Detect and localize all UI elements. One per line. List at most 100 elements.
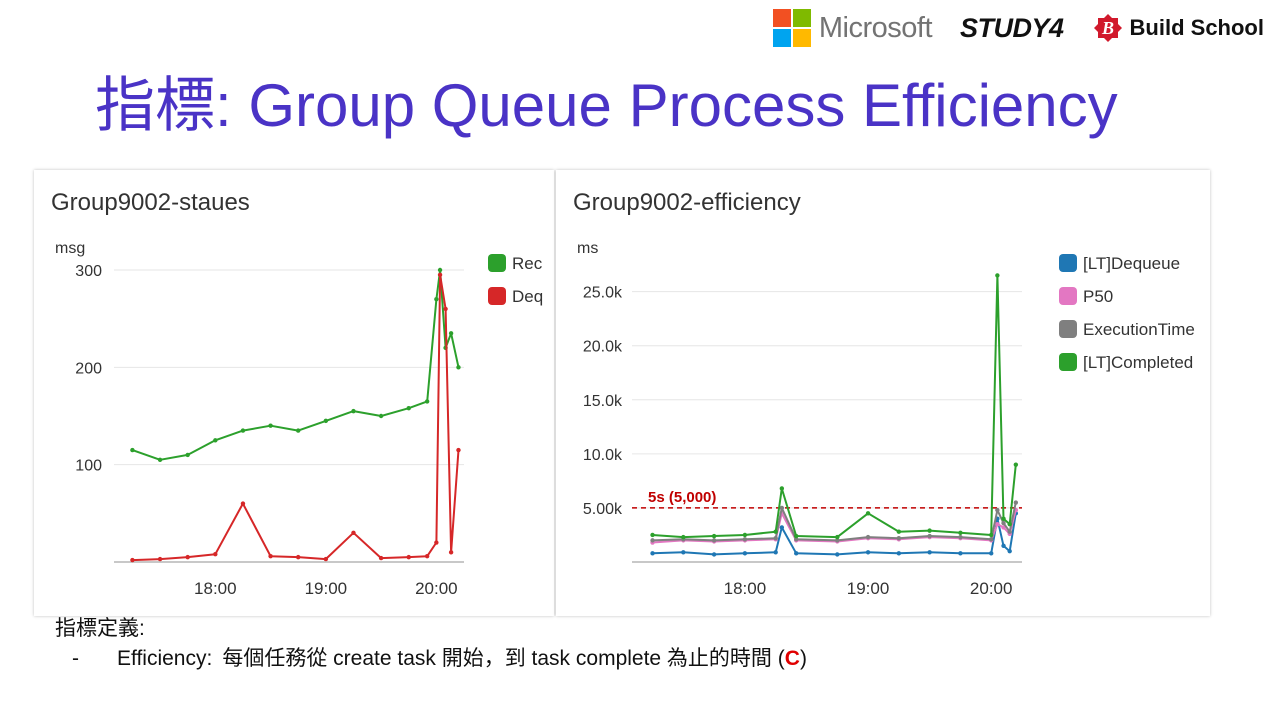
y-tick-label: 200 [75, 360, 102, 377]
efficiency-term: Efficiency: [117, 647, 213, 670]
y-tick-label: 25.0k [583, 285, 623, 302]
x-tick-label: 20:00 [415, 579, 458, 598]
data-point [681, 534, 686, 540]
data-point [989, 537, 994, 542]
legend-label: P50 [1083, 287, 1113, 306]
chart-title: Group9002-efficiency [573, 189, 801, 216]
data-point [650, 532, 655, 538]
legend-label: Deq [512, 287, 543, 306]
y-tick-label: 10.0k [583, 447, 623, 464]
data-point [443, 306, 448, 312]
data-point [406, 554, 411, 560]
data-point [185, 554, 190, 560]
data-point [896, 536, 902, 541]
data-point [773, 536, 778, 541]
svg-text:B: B [1101, 18, 1114, 38]
data-point [711, 538, 717, 543]
data-point [437, 267, 443, 273]
data-point [927, 528, 932, 533]
data-point [958, 551, 963, 556]
data-point [865, 550, 871, 555]
legend-label: [LT]Completed [1083, 353, 1193, 372]
build-school-logo: B Build School [1092, 12, 1264, 44]
data-point [378, 555, 384, 561]
data-point [958, 534, 963, 540]
data-point [1007, 548, 1012, 554]
y-tick-label: 100 [75, 458, 102, 475]
data-point [323, 418, 329, 424]
microsoft-grid-icon [772, 9, 811, 47]
data-point [927, 533, 932, 539]
legend-swatch [1059, 353, 1077, 371]
data-point [448, 331, 454, 336]
legend-swatch [488, 254, 506, 272]
legend-label: Rec [512, 254, 543, 273]
status-chart: Group9002-staues msg 300 200 100 18:00 19:00 20… [51, 189, 543, 598]
data-point [240, 501, 246, 506]
data-point [742, 532, 748, 538]
data-point [130, 447, 135, 453]
data-point [794, 533, 799, 539]
y-axis-label: ms [577, 240, 598, 257]
definition-title: 指標定義: [55, 617, 145, 640]
legend-swatch [488, 287, 506, 305]
data-point [448, 550, 454, 555]
data-point [157, 556, 163, 562]
data-point [157, 457, 163, 462]
x-tick-label: 19:00 [305, 579, 348, 598]
efficiency-chart: Group9002-efficiency ms 25.0k 20.0k 15.0k 10.… [573, 189, 1195, 598]
efficiency-chart-panel: Group9002-efficiency ms 25.0k 20.0k 15.0k 10.… [556, 170, 1210, 616]
data-point [130, 557, 135, 563]
efficiency-description: 每個任務從 create task 開始，到 task complete 為止的… [222, 647, 785, 670]
data-point [1007, 521, 1012, 527]
status-chart-panel: Group9002-staues msg 300 200 100 18:00 19:00 20… [34, 170, 554, 616]
data-point [989, 532, 994, 538]
data-point [650, 538, 655, 543]
data-point [240, 428, 246, 433]
data-point [773, 550, 778, 555]
data-point [711, 552, 717, 557]
data-point [711, 533, 717, 539]
partner-logos: Microsoft STUDY4 B Build School [772, 8, 1264, 48]
data-point [896, 551, 902, 556]
data-point [406, 406, 411, 411]
efficiency-letter: C [784, 647, 800, 670]
data-point [268, 423, 273, 428]
legend-label: [LT]Dequeue [1083, 254, 1180, 273]
data-point [378, 413, 384, 419]
x-tick-label: 18:00 [194, 579, 237, 598]
microsoft-logo: Microsoft [772, 9, 933, 47]
data-point [1001, 516, 1006, 521]
y-axis-label: msg [55, 240, 85, 257]
data-point [351, 408, 356, 414]
legend-label: ExecutionTime [1083, 320, 1195, 339]
data-point [296, 554, 301, 560]
legend-swatch [1059, 320, 1077, 338]
data-point [424, 399, 430, 404]
build-school-wordmark: Build School [1129, 15, 1264, 40]
data-point [213, 552, 218, 557]
data-point [185, 452, 190, 458]
data-point [779, 525, 785, 530]
data-point [995, 507, 1000, 513]
data-point [927, 550, 932, 555]
data-point [434, 540, 439, 545]
y-tick-label: 5.00k [583, 501, 623, 518]
data-point [896, 529, 902, 534]
legend-swatch [1059, 254, 1077, 272]
data-point [681, 550, 686, 555]
data-point [1013, 500, 1019, 505]
data-point [351, 530, 356, 535]
data-point [434, 297, 439, 302]
definition-item: - Efficiency: 每個任務從 create task 開始，到 tas… [72, 642, 807, 672]
data-point [794, 551, 799, 556]
data-point [437, 272, 443, 278]
y-tick-label: 20.0k [583, 339, 623, 356]
data-point [650, 551, 655, 556]
data-point [779, 505, 785, 511]
data-point [268, 553, 273, 559]
data-point [958, 530, 963, 535]
series-line-1 [132, 273, 460, 562]
data-point [865, 511, 871, 516]
data-point [296, 428, 301, 433]
